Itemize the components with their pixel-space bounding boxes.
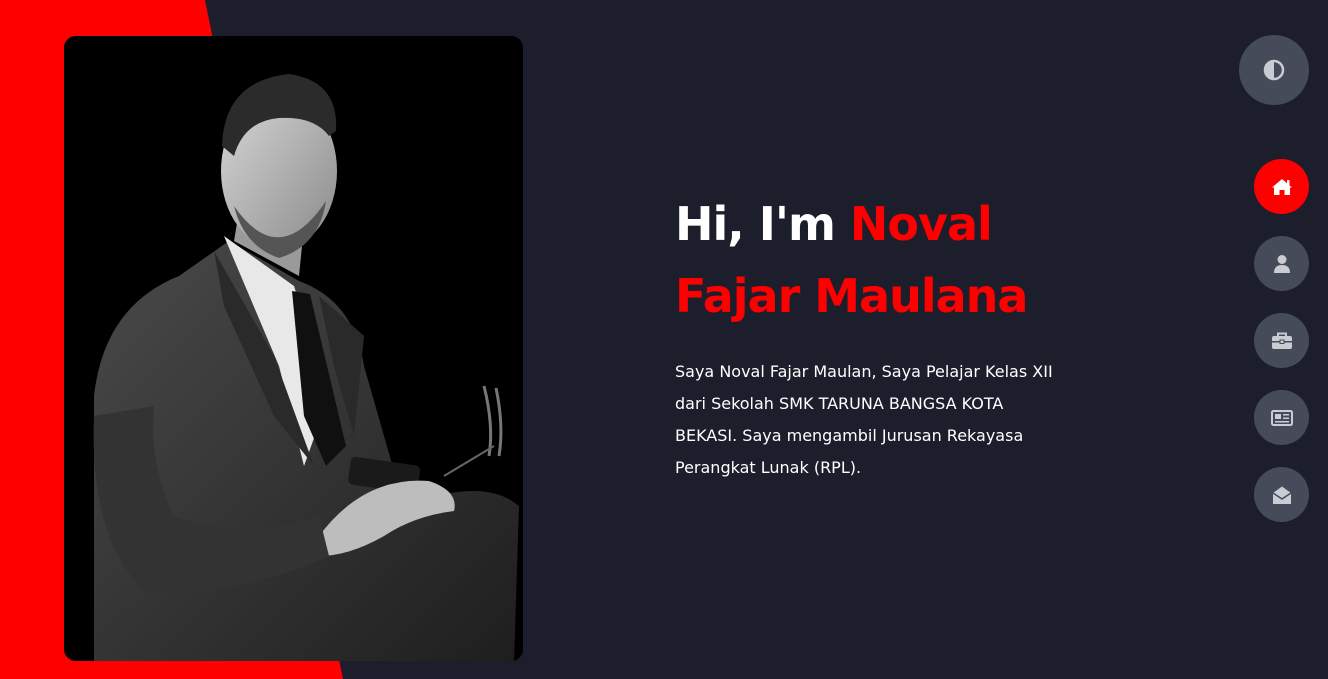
home-page: Hi, I'm Noval Fajar Maulana Saya Noval Fa… — [0, 0, 1328, 679]
briefcase-icon — [1271, 332, 1292, 349]
profile-photo — [64, 36, 523, 661]
nav-blog-button[interactable] — [1254, 390, 1309, 445]
hero-greeting: Hi, I'm — [675, 197, 850, 251]
envelope-open-icon — [1272, 486, 1291, 504]
nav-about-button[interactable] — [1254, 236, 1309, 291]
hero-name-rest: Fajar Maulana — [675, 269, 1028, 323]
nav-portfolio-button[interactable] — [1254, 313, 1309, 368]
contrast-icon — [1263, 59, 1285, 81]
newspaper-icon — [1270, 409, 1293, 426]
nav-home-button[interactable] — [1254, 159, 1309, 214]
theme-toggle-button[interactable] — [1239, 35, 1309, 105]
hero-description: Saya Noval Fajar Maulan, Saya Pelajar Ke… — [675, 362, 1053, 477]
hero-name-first: Noval — [849, 197, 993, 251]
home-icon — [1271, 178, 1292, 195]
user-icon — [1273, 254, 1290, 273]
side-nav — [1254, 159, 1309, 544]
nav-contact-button[interactable] — [1254, 467, 1309, 522]
hero-title: Hi, I'm Noval Fajar Maulana — [675, 188, 1095, 332]
